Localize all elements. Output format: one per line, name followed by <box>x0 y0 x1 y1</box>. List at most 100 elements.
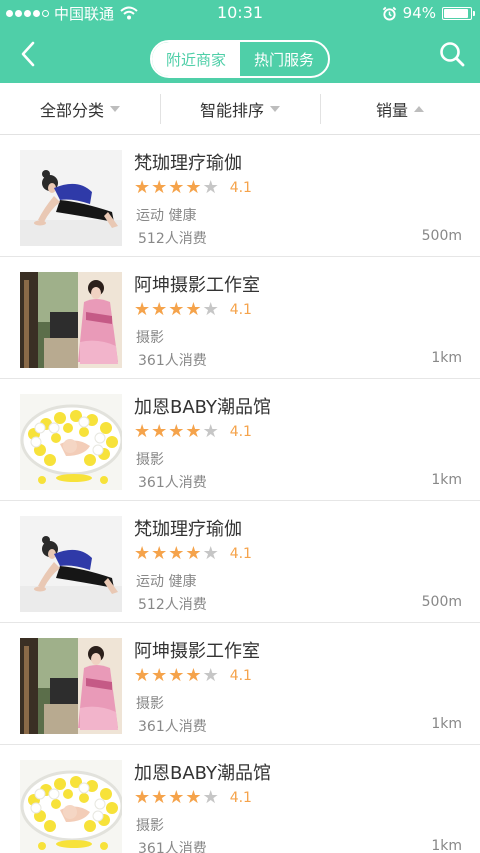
merchant-distance: 1km <box>431 838 462 853</box>
merchant-category: 摄影 <box>136 818 164 834</box>
status-right: 94% <box>382 4 475 22</box>
merchant-row[interactable]: 阿坤摄影工作室 ★ ★ ★ ★ ★ 4.1 摄影 361人消费 1km <box>0 257 480 379</box>
merchant-name: 阿坤摄影工作室 <box>134 275 260 296</box>
merchant-distance: 1km <box>431 716 462 732</box>
tab-popular-services[interactable]: 热门服务 <box>240 42 328 76</box>
star-icon: ★ <box>185 665 202 686</box>
consumer-count: 512人消费 <box>138 231 207 247</box>
star-icon: ★ <box>151 543 168 564</box>
star-icon: ★ <box>202 421 219 442</box>
consumer-count: 361人消费 <box>138 841 207 853</box>
star-icon: ★ <box>151 177 168 198</box>
merchant-thumbnail <box>20 516 122 612</box>
alarm-icon <box>382 6 396 21</box>
merchant-category: 运动 健康 <box>136 208 197 224</box>
rating-score: 4.1 <box>229 790 252 806</box>
tab-nearby-merchants[interactable]: 附近商家 <box>152 42 240 76</box>
merchant-distance: 500m <box>421 228 462 244</box>
merchant-row[interactable]: 加恩BABY潮品馆 ★ ★ ★ ★ ★ 4.1 摄影 361人消费 1km <box>0 745 480 853</box>
merchant-category: 摄影 <box>136 452 164 468</box>
filter-sales[interactable]: 销量 <box>320 83 480 134</box>
merchant-row[interactable]: 加恩BABY潮品馆 ★ ★ ★ ★ ★ 4.1 摄影 361人消费 1km <box>0 379 480 501</box>
consumer-count: 361人消费 <box>138 475 207 491</box>
chevron-left-icon <box>21 41 35 67</box>
search-icon <box>440 42 465 67</box>
star-icon: ★ <box>185 787 202 808</box>
star-icon: ★ <box>151 421 168 442</box>
rating-score: 4.1 <box>229 180 252 196</box>
merchant-rating: ★ ★ ★ ★ ★ 4.1 <box>134 301 252 319</box>
merchant-rating: ★ ★ ★ ★ ★ 4.1 <box>134 789 252 807</box>
filter-label: 全部分类 <box>39 100 104 120</box>
star-icon: ★ <box>185 177 202 198</box>
caret-down-icon <box>110 105 120 112</box>
merchant-distance: 1km <box>431 472 462 488</box>
star-icon: ★ <box>168 421 185 442</box>
battery-icon <box>442 6 475 20</box>
rating-score: 4.1 <box>229 546 252 562</box>
merchant-thumbnail <box>20 272 122 368</box>
filter-all-categories[interactable]: 全部分类 <box>0 83 160 134</box>
merchant-name: 加恩BABY潮品馆 <box>134 763 272 784</box>
filter-label: 智能排序 <box>199 100 264 120</box>
merchant-distance: 500m <box>421 594 462 610</box>
merchant-thumbnail <box>20 760 122 853</box>
star-icon: ★ <box>151 787 168 808</box>
star-icon: ★ <box>168 177 185 198</box>
star-icon: ★ <box>185 299 202 320</box>
merchant-rating: ★ ★ ★ ★ ★ 4.1 <box>134 545 252 563</box>
star-icon: ★ <box>168 299 185 320</box>
back-button[interactable] <box>12 38 44 70</box>
star-icon: ★ <box>185 543 202 564</box>
filter-label: 销量 <box>375 100 408 120</box>
merchant-row[interactable]: 阿坤摄影工作室 ★ ★ ★ ★ ★ 4.1 摄影 361人消费 1km <box>0 623 480 745</box>
star-icon: ★ <box>202 665 219 686</box>
merchant-rating: ★ ★ ★ ★ ★ 4.1 <box>134 667 252 685</box>
consumer-count: 361人消费 <box>138 353 207 369</box>
merchant-thumbnail <box>20 394 122 490</box>
rating-score: 4.1 <box>229 302 252 318</box>
segment-control: 附近商家 热门服务 <box>150 40 330 78</box>
merchant-rating: ★ ★ ★ ★ ★ 4.1 <box>134 179 252 197</box>
star-icon: ★ <box>151 299 168 320</box>
merchant-name: 梵珈理疗瑜伽 <box>134 153 242 174</box>
merchant-rating: ★ ★ ★ ★ ★ 4.1 <box>134 423 252 441</box>
star-icon: ★ <box>134 299 151 320</box>
consumer-count: 512人消费 <box>138 597 207 613</box>
rating-score: 4.1 <box>229 668 252 684</box>
star-icon: ★ <box>134 787 151 808</box>
star-icon: ★ <box>168 787 185 808</box>
merchant-distance: 1km <box>431 350 462 366</box>
merchant-thumbnail <box>20 638 122 734</box>
star-icon: ★ <box>134 421 151 442</box>
caret-down-icon <box>270 105 280 112</box>
star-icon: ★ <box>134 177 151 198</box>
merchant-category: 摄影 <box>136 696 164 712</box>
star-icon: ★ <box>202 177 219 198</box>
search-button[interactable] <box>436 38 468 70</box>
star-icon: ★ <box>134 543 151 564</box>
merchant-row[interactable]: 梵珈理疗瑜伽 ★ ★ ★ ★ ★ 4.1 运动 健康 512人消费 500m <box>0 501 480 623</box>
filter-smart-sort[interactable]: 智能排序 <box>160 83 320 134</box>
status-bar: 中国联通 10:31 94% <box>0 0 480 28</box>
star-icon: ★ <box>185 421 202 442</box>
filter-bar: 全部分类 智能排序 销量 <box>0 83 480 135</box>
star-icon: ★ <box>202 543 219 564</box>
caret-up-icon <box>414 105 424 112</box>
merchant-row[interactable]: 梵珈理疗瑜伽 ★ ★ ★ ★ ★ 4.1 运动 健康 512人消费 500m <box>0 135 480 257</box>
merchant-name: 加恩BABY潮品馆 <box>134 397 272 418</box>
merchant-thumbnail <box>20 150 122 246</box>
consumer-count: 361人消费 <box>138 719 207 735</box>
merchant-name: 阿坤摄影工作室 <box>134 641 260 662</box>
star-icon: ★ <box>134 665 151 686</box>
rating-score: 4.1 <box>229 424 252 440</box>
merchant-name: 梵珈理疗瑜伽 <box>134 519 242 540</box>
battery-percent: 94% <box>402 4 436 22</box>
star-icon: ★ <box>202 787 219 808</box>
star-icon: ★ <box>168 665 185 686</box>
star-icon: ★ <box>202 299 219 320</box>
top-bar: 中国联通 10:31 94% 附近商家 热门服务 <box>0 0 480 83</box>
merchant-category: 摄影 <box>136 330 164 346</box>
merchant-category: 运动 健康 <box>136 574 197 590</box>
star-icon: ★ <box>168 543 185 564</box>
